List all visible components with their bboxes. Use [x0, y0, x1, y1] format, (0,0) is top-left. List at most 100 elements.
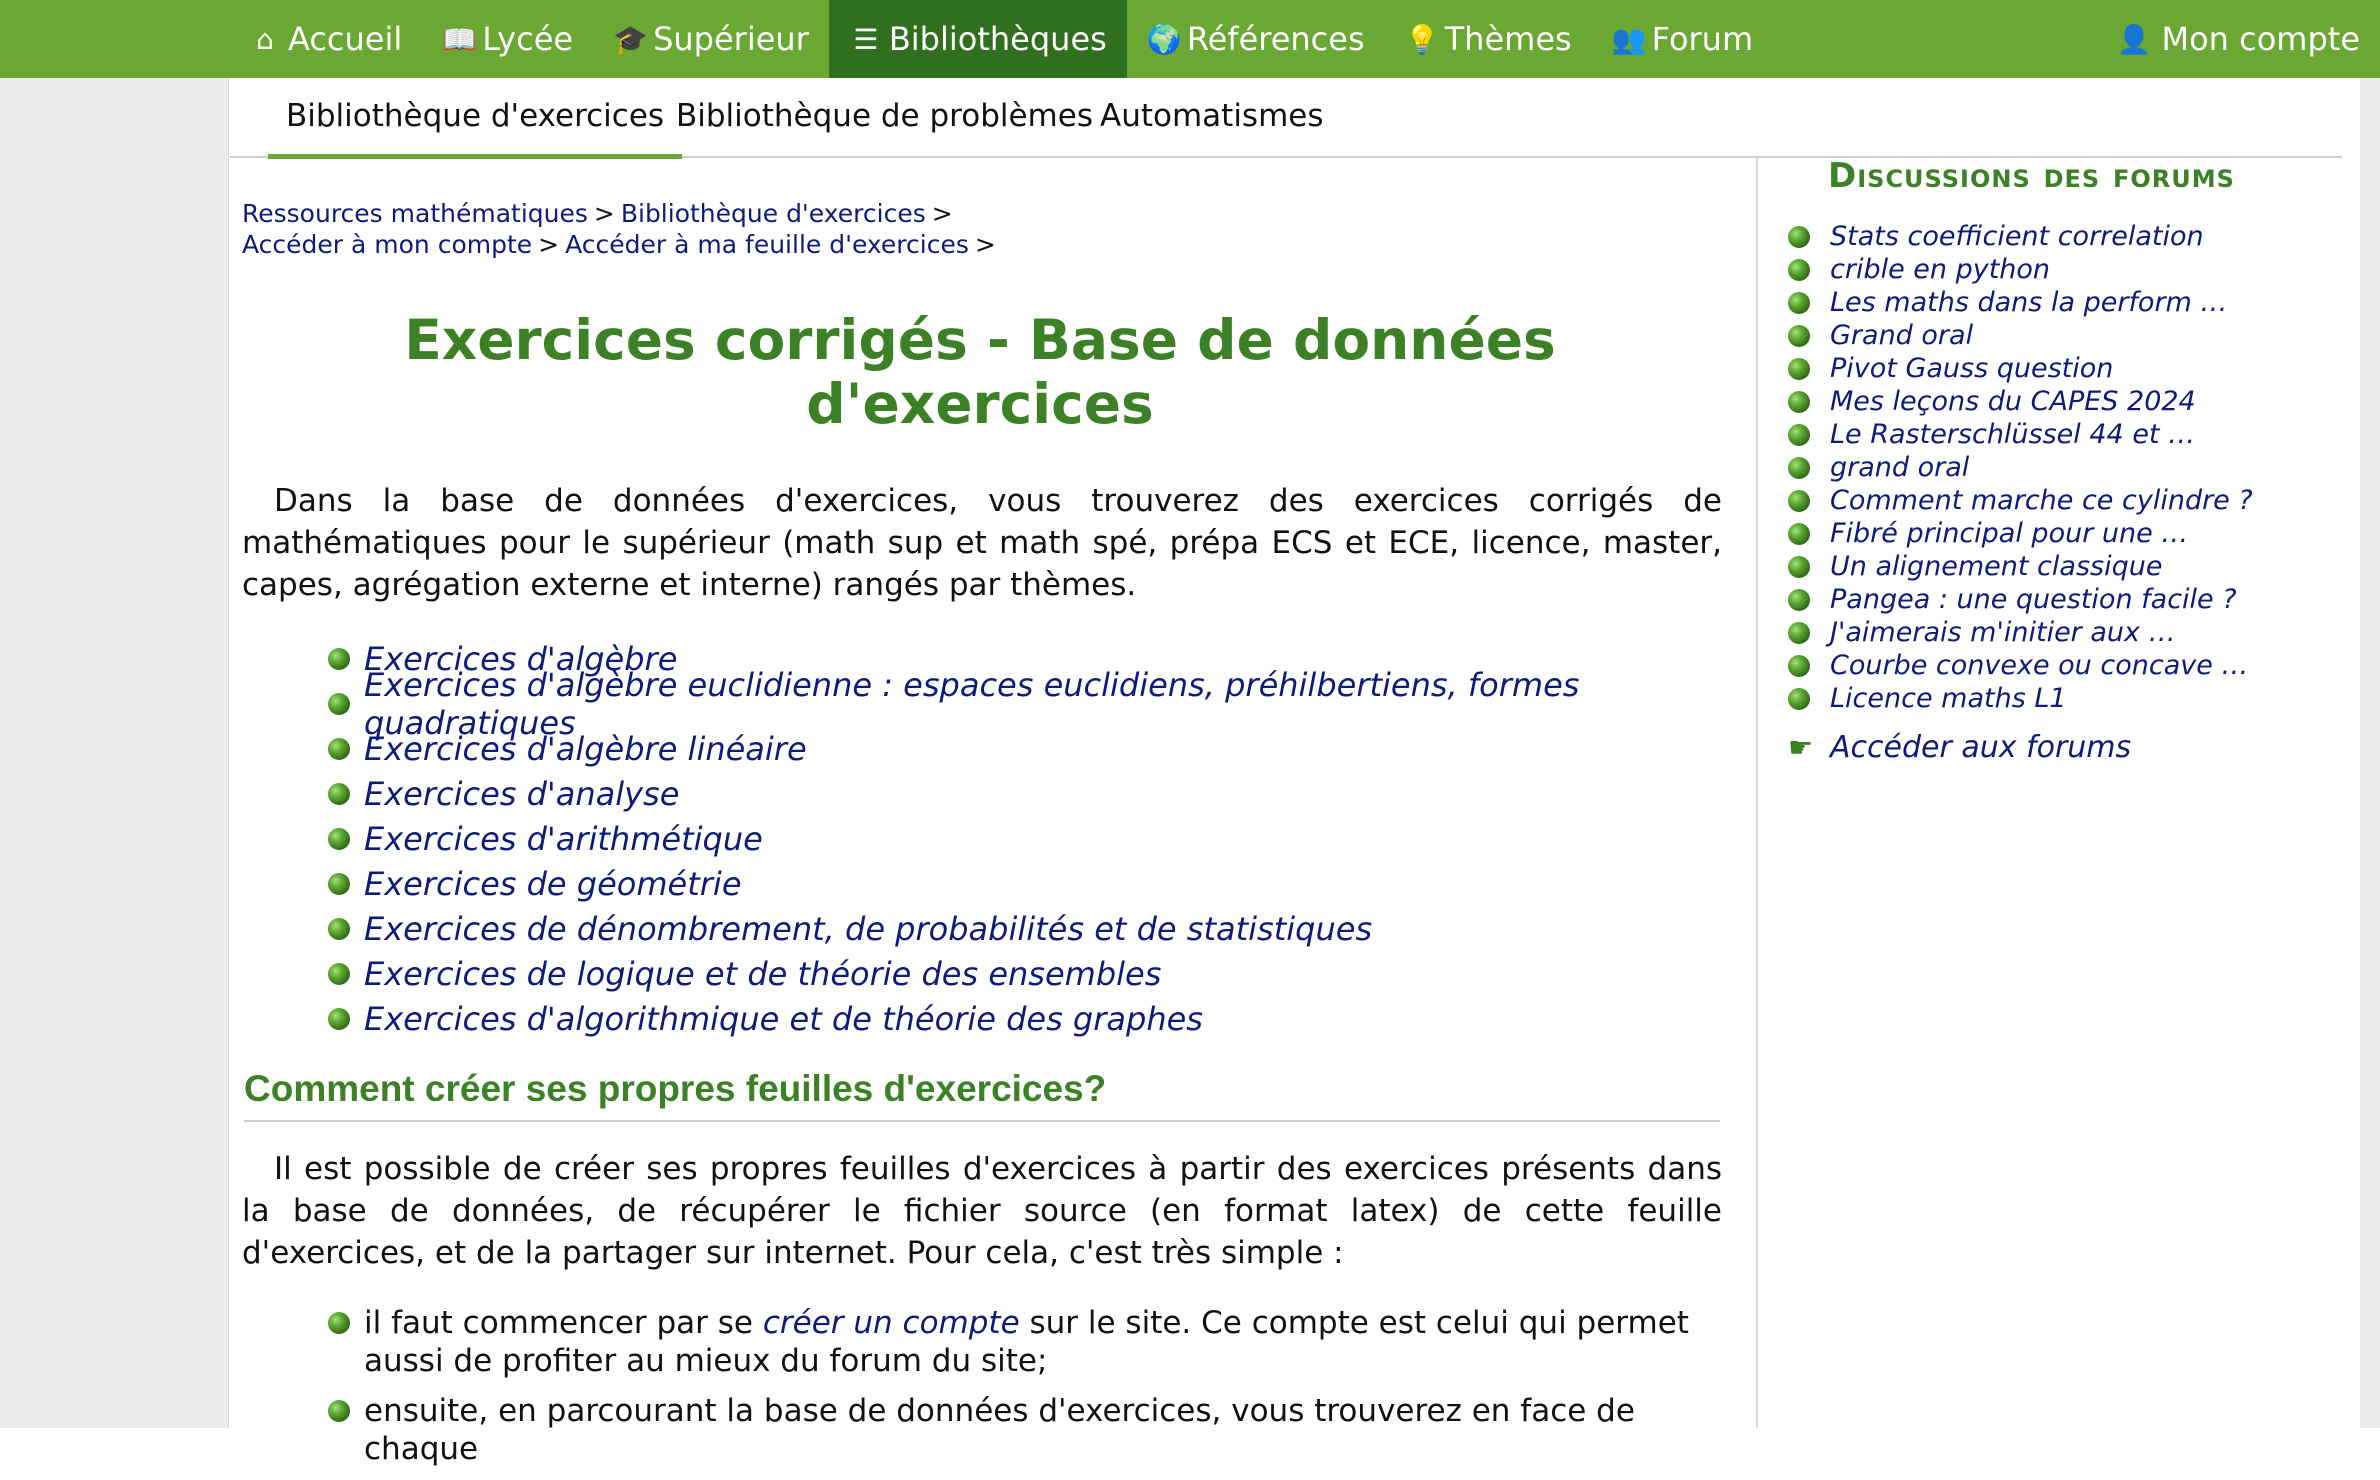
forum-topic[interactable]: Pangea : une question facile ?: [1788, 583, 2253, 616]
exercise-link[interactable]: Exercices de géométrie: [364, 865, 742, 903]
bullet-icon: [328, 647, 350, 670]
forum-topic[interactable]: Comment marche ce cylindre ?: [1788, 484, 2253, 517]
steps-list: il faut commencer par se créer un compte…: [328, 1304, 1748, 1480]
nav-label: Accueil: [288, 20, 403, 58]
tab-bibliotheque-problemes[interactable]: Bibliothèque de problèmes: [676, 78, 1093, 154]
nav-item-bibliotheques[interactable]: ☰ Bibliothèques: [828, 0, 1127, 78]
exercise-link[interactable]: Exercices de dénombrement, de probabilit…: [364, 910, 1372, 948]
list-item: ensuite, en parcourant la base de donnée…: [328, 1392, 1748, 1468]
nav-item-forum[interactable]: 👥 Forum: [1592, 0, 1773, 78]
bullet-icon: [1788, 291, 1810, 314]
bullet-icon: [1788, 225, 1810, 248]
breadcrumb-separator: >: [974, 230, 996, 259]
list-item[interactable]: Exercices d'analyse: [328, 771, 1720, 816]
forum-topic[interactable]: crible en python: [1788, 253, 2253, 286]
forum-topic[interactable]: Un alignement classique: [1788, 550, 2253, 583]
nav-item-superieur[interactable]: 🎓 Supérieur: [593, 0, 829, 78]
exercise-link[interactable]: Exercices de logique et de théorie des e…: [364, 955, 1161, 993]
page-title: Exercices corrigés - Base de données d'e…: [230, 308, 1730, 436]
forum-topic-link[interactable]: Courbe convexe ou concave …: [1830, 650, 2248, 681]
forum-topic-link[interactable]: J'aimerais m'initier aux …: [1830, 617, 2176, 648]
forum-topic-link[interactable]: Un alignement classique: [1830, 551, 2162, 582]
tab-bibliotheque-exercices[interactable]: Bibliothèque d'exercices: [268, 78, 683, 159]
bullet-icon: [1788, 621, 1810, 644]
forum-topic-link[interactable]: Pivot Gauss question: [1830, 353, 2113, 384]
forum-topic[interactable]: Mes leçons du CAPES 2024: [1788, 385, 2253, 418]
section-paragraph: Il est possible de créer ses propres feu…: [242, 1151, 1722, 1271]
top-navigation: ⌂ Accueil 📖 Lycée 🎓 Supérieur ☰ Biblioth…: [0, 0, 2380, 78]
exercise-link[interactable]: Exercices d'arithmétique: [364, 820, 763, 858]
forum-topic-link[interactable]: Stats coefficient correlation: [1830, 221, 2204, 252]
bullet-icon: [1788, 456, 1810, 479]
forum-topic-link[interactable]: Les maths dans la perform …: [1830, 287, 2227, 318]
step-text: il faut commencer par se créer un compte…: [364, 1304, 1748, 1380]
bullet-icon: [1788, 654, 1810, 677]
bullet-icon: [1788, 555, 1810, 578]
home-icon: ⌂: [256, 22, 274, 56]
list-item[interactable]: Exercices de logique et de théorie des e…: [328, 951, 1720, 996]
bullet-icon: [328, 692, 350, 715]
breadcrumb-link[interactable]: Accéder à ma feuille d'exercices: [565, 230, 969, 259]
access-forums-link[interactable]: ☛ Accéder aux forums: [1788, 730, 2131, 765]
forum-topic-link[interactable]: Comment marche ce cylindre ?: [1830, 485, 2253, 516]
list-item[interactable]: Exercices de dénombrement, de probabilit…: [328, 906, 1720, 951]
forum-topic-link[interactable]: Mes leçons du CAPES 2024: [1830, 386, 2196, 417]
forum-topic[interactable]: Licence maths L1: [1788, 682, 2253, 715]
forum-topic[interactable]: J'aimerais m'initier aux …: [1788, 616, 2253, 649]
forum-topic[interactable]: Le Rasterschlüssel 44 et …: [1788, 418, 2253, 451]
list-item[interactable]: Exercices d'arithmétique: [328, 816, 1720, 861]
bullet-icon: [1788, 489, 1810, 512]
exercise-link[interactable]: Exercices d'analyse: [364, 775, 679, 813]
nav-item-themes[interactable]: 💡 Thèmes: [1385, 0, 1592, 78]
page-title-line: d'exercices: [806, 372, 1154, 436]
list-item[interactable]: Exercices d'algorithmique et de théorie …: [328, 996, 1720, 1041]
breadcrumb-separator: >: [931, 199, 953, 228]
breadcrumb-separator: >: [538, 230, 560, 259]
account-label: Mon compte: [2161, 20, 2360, 58]
nav-item-accueil[interactable]: ⌂ Accueil: [228, 0, 422, 78]
forum-topic[interactable]: Grand oral: [1788, 319, 2253, 352]
breadcrumb-link[interactable]: Ressources mathématiques: [242, 199, 588, 228]
step-text: ensuite, en parcourant la base de donnée…: [364, 1393, 1635, 1467]
nav-label: Lycée: [482, 20, 574, 58]
nav-item-references[interactable]: 🌍 Références: [1127, 0, 1385, 78]
bullet-icon: [1788, 258, 1810, 281]
exercise-link[interactable]: Exercices d'algèbre linéaire: [364, 730, 807, 768]
globe-icon: 🌍: [1146, 22, 1182, 56]
forum-topic[interactable]: Stats coefficient correlation: [1788, 220, 2253, 253]
forum-topic[interactable]: grand oral: [1788, 451, 2253, 484]
column-divider: [1756, 158, 1758, 1428]
list-item[interactable]: Exercices de géométrie: [328, 861, 1720, 906]
forum-topic-link[interactable]: Pangea : une question facile ?: [1830, 584, 2237, 615]
tab-label: Bibliothèque d'exercices: [286, 98, 665, 134]
forum-topic-link[interactable]: Grand oral: [1830, 320, 1973, 351]
forum-topic[interactable]: Les maths dans la perform …: [1788, 286, 2253, 319]
sub-navigation: Bibliothèque d'exercices Bibliothèque de…: [230, 78, 2342, 159]
forum-topic[interactable]: Pivot Gauss question: [1788, 352, 2253, 385]
lightbulb-icon: 💡: [1404, 22, 1440, 56]
create-account-link[interactable]: créer un compte: [763, 1305, 1020, 1341]
access-forums-label: Accéder aux forums: [1830, 730, 2132, 765]
nav-label: Thèmes: [1444, 20, 1572, 58]
bullet-icon: [328, 1400, 350, 1422]
list-item[interactable]: Exercices d'algèbre euclidienne : espace…: [328, 666, 1720, 742]
forum-topic-link[interactable]: Licence maths L1: [1830, 683, 2067, 714]
forum-topic[interactable]: Courbe convexe ou concave …: [1788, 649, 2253, 682]
forum-topic-link[interactable]: crible en python: [1830, 254, 2050, 285]
list-item: il faut commencer par se créer un compte…: [328, 1304, 1748, 1380]
forum-topic[interactable]: Fibré principal pour une …: [1788, 517, 2253, 550]
breadcrumb-link[interactable]: Accéder à mon compte: [242, 230, 532, 259]
breadcrumb-link[interactable]: Bibliothèque d'exercices: [621, 199, 926, 228]
forum-topic-link[interactable]: Le Rasterschlüssel 44 et …: [1830, 419, 2195, 450]
bullet-icon: [1788, 324, 1810, 347]
tab-label: Automatismes: [1100, 98, 1324, 134]
forum-topic-link[interactable]: grand oral: [1830, 452, 1969, 483]
forum-topic-link[interactable]: Fibré principal pour une …: [1830, 518, 2188, 549]
nav-item-lycee[interactable]: 📖 Lycée: [422, 0, 593, 78]
account-link[interactable]: 👤 Mon compte: [2117, 0, 2360, 78]
exercise-link[interactable]: Exercices d'algorithmique et de théorie …: [364, 1000, 1203, 1038]
tab-automatismes[interactable]: Automatismes: [1100, 78, 1324, 154]
nav-label: Bibliothèques: [888, 20, 1107, 58]
nav-label: Références: [1186, 20, 1365, 58]
bullet-icon: [328, 1312, 350, 1334]
